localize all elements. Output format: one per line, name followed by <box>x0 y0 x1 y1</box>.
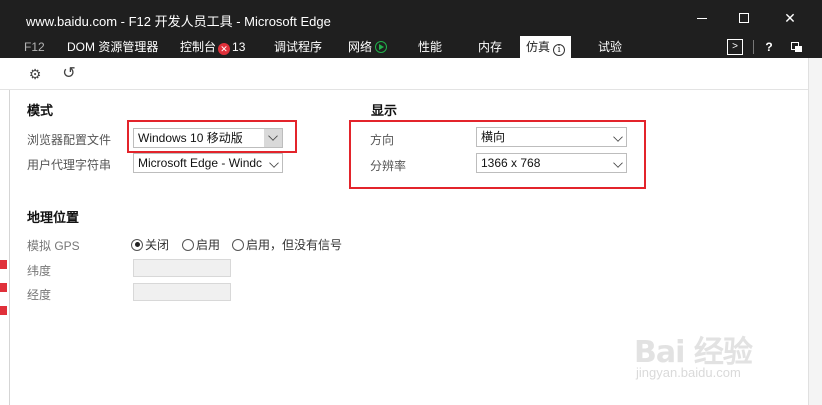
geolocation-heading: 地理位置 <box>27 210 80 225</box>
user-agent-select[interactable]: Microsoft Edge - Windc <box>133 153 283 173</box>
close-icon: ✕ <box>784 9 796 26</box>
emulation-toolbar: ⚙ ↺ <box>0 58 822 90</box>
gps-no-signal-radio[interactable]: 启用，但没有信号 <box>232 236 342 253</box>
resolution-value: 1366 x 768 <box>481 156 541 170</box>
radio-icon <box>232 238 244 251</box>
page-red-mark <box>0 306 7 315</box>
minimize-icon <box>697 17 707 19</box>
devtools-tab-bar: F12 DOM 资源管理器 控制台 ✕ 13 调试程序 网络 性能 内存 仿真 i 试… <box>0 36 822 58</box>
mode-heading: 模式 <box>27 103 54 118</box>
tab-performance[interactable]: 性能 <box>418 36 442 58</box>
settings-icon[interactable]: ⚙ <box>26 65 44 83</box>
orientation-select[interactable]: 横向 <box>476 127 627 147</box>
tab-emulation[interactable]: 仿真 i <box>520 36 572 58</box>
page-red-mark <box>0 260 7 269</box>
window-title: www.baidu.com - F12 开发人员工具 - Microsoft E… <box>26 14 331 29</box>
undock-icon[interactable] <box>789 39 805 55</box>
tab-experiments[interactable]: 试验 <box>598 36 622 58</box>
longitude-label: 经度 <box>27 288 52 302</box>
tab-console-label: 控制台 <box>180 40 217 54</box>
simulate-gps-label: 模拟 GPS <box>27 239 80 253</box>
chevron-down-icon <box>613 158 623 168</box>
longitude-field[interactable] <box>133 283 231 301</box>
user-agent-label: 用户代理字符串 <box>27 158 112 172</box>
gps-off-label: 关闭 <box>145 238 170 252</box>
tab-memory[interactable]: 内存 <box>478 36 502 58</box>
gps-off-radio[interactable]: 关闭 <box>131 236 169 253</box>
browser-profile-label: 浏览器配置文件 <box>27 133 112 147</box>
scrollbar[interactable] <box>808 58 822 405</box>
page-edge <box>0 90 10 405</box>
resolution-select[interactable]: 1366 x 768 <box>476 153 627 173</box>
gps-on-radio[interactable]: 启用 <box>182 236 220 253</box>
maximize-icon <box>739 13 749 23</box>
baidu-watermark: Bai 经验 jingyan.baidu.com <box>634 327 784 387</box>
latitude-field[interactable] <box>133 259 231 277</box>
orientation-label: 方向 <box>370 133 395 147</box>
display-heading: 显示 <box>371 103 398 118</box>
tab-emulation-label: 仿真 <box>526 40 551 54</box>
user-agent-value: Microsoft Edge - Windc <box>138 156 263 170</box>
tab-bar-divider <box>753 40 754 54</box>
help-icon[interactable]: ? <box>763 39 775 55</box>
chevron-down-icon <box>613 132 623 142</box>
tab-console[interactable]: 控制台 ✕ 13 <box>180 36 245 58</box>
watermark-url: jingyan.baidu.com <box>636 365 741 380</box>
maximize-button[interactable] <box>722 0 766 36</box>
gps-on-label: 启用 <box>196 238 221 252</box>
close-button[interactable]: ✕ <box>768 0 812 36</box>
radio-selected-icon <box>131 238 143 251</box>
resolution-label: 分辨率 <box>370 159 407 173</box>
tab-debugger[interactable]: 调试程序 <box>274 36 322 58</box>
orientation-value: 横向 <box>481 130 506 144</box>
reset-icon[interactable]: ↺ <box>60 65 78 83</box>
console-toggle-icon[interactable]: > <box>727 39 743 55</box>
highlight-box <box>127 120 297 153</box>
radio-icon <box>182 238 194 251</box>
latitude-label: 纬度 <box>27 264 52 278</box>
minimize-button[interactable] <box>680 0 724 36</box>
tab-network[interactable]: 网络 <box>348 36 388 58</box>
tab-dom-explorer[interactable]: DOM 资源管理器 <box>67 36 158 58</box>
error-icon: ✕ <box>218 43 231 55</box>
gps-no-signal-label: 启用，但没有信号 <box>246 238 343 252</box>
console-error-count: 13 <box>232 40 246 54</box>
f12-label: F12 <box>24 40 45 54</box>
chevron-down-icon <box>269 158 279 168</box>
page-red-mark <box>0 283 7 292</box>
record-icon <box>375 41 388 53</box>
tab-network-label: 网络 <box>348 40 373 54</box>
info-icon: i <box>553 44 566 56</box>
title-bar: www.baidu.com - F12 开发人员工具 - Microsoft E… <box>0 0 822 36</box>
